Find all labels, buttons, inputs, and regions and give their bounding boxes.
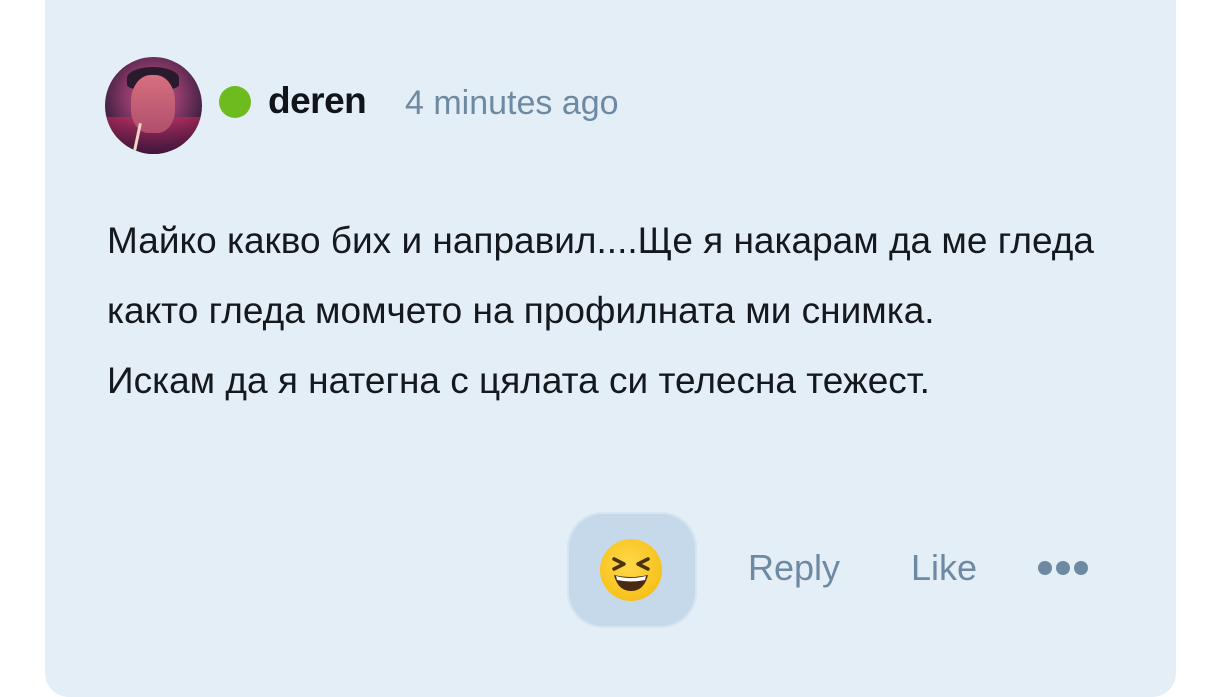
comment-body: Майко какво бих и направил....Ще я накар… [107,206,1127,416]
more-options-icon[interactable] [1038,561,1088,575]
reply-button[interactable]: Reply [748,547,840,589]
reaction-button[interactable] [567,512,697,628]
grinning-squinting-face-icon [600,539,662,601]
avatar[interactable] [105,57,202,154]
author-name[interactable]: deren [268,80,367,122]
comment-timestamp[interactable]: 4 minutes ago [405,84,619,123]
comment-paragraph: Искам да я натегна с цялата си телесна т… [107,360,930,401]
comment-card: deren 4 minutes ago Майко какво бих и на… [45,0,1176,697]
comment-paragraph: Майко какво бих и направил....Ще я накар… [107,220,1094,331]
online-status-icon [219,86,251,118]
like-button[interactable]: Like [911,547,977,589]
